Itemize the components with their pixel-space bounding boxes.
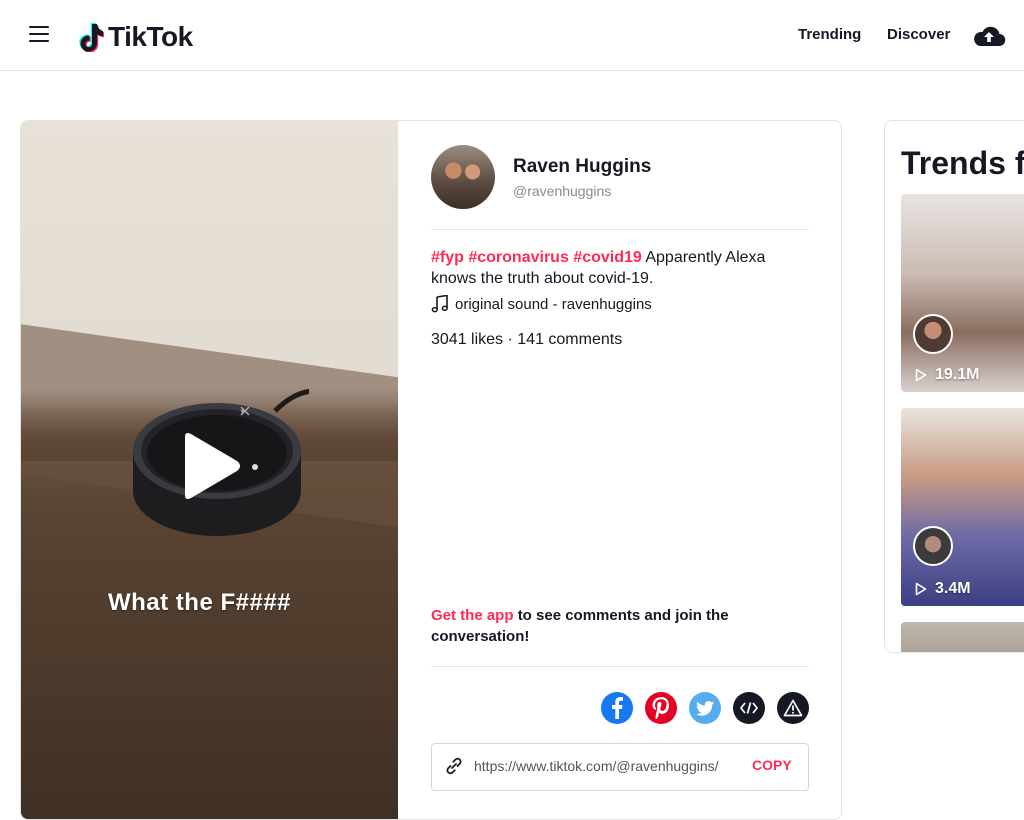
upload-cloud-icon[interactable] — [972, 22, 1006, 50]
top-header: TikTok Trending Discover — [0, 0, 1024, 71]
share-link-box: https://www.tiktok.com/@ravenhuggins/ CO… — [431, 743, 809, 791]
trend-creator-avatar[interactable] — [913, 526, 953, 566]
play-icon[interactable] — [179, 431, 243, 501]
get-app-link[interactable]: Get the app — [431, 607, 514, 624]
nav-trending-link[interactable]: Trending — [798, 26, 861, 43]
share-icons — [601, 692, 811, 724]
play-outline-icon — [915, 368, 927, 382]
trends-panel: Trends f 19.1M 3.4M — [884, 120, 1024, 653]
trend-views-count: 3.4M — [935, 580, 971, 597]
trends-title: Trends f — [901, 145, 1024, 181]
author-avatar[interactable] — [431, 145, 495, 209]
hashtag-covid19[interactable]: #covid19 — [573, 249, 641, 266]
video-caption: What the F#### — [107, 589, 292, 616]
tiktok-note-icon — [79, 22, 104, 52]
share-link-url[interactable]: https://www.tiktok.com/@ravenhuggins/ — [474, 758, 734, 774]
author-name[interactable]: Raven Huggins — [513, 156, 651, 178]
logo-text: TikTok — [108, 21, 193, 52]
play-outline-icon — [915, 582, 927, 596]
hamburger-menu-icon[interactable] — [29, 26, 49, 44]
hashtag-coronavirus[interactable]: #coronavirus — [468, 249, 568, 266]
embed-icon[interactable] — [733, 692, 765, 724]
author-handle[interactable]: @ravenhuggins — [513, 183, 611, 199]
music-info[interactable]: original sound - ravenhuggins — [431, 295, 809, 313]
facebook-icon[interactable] — [601, 692, 633, 724]
trend-views: 19.1M — [915, 366, 979, 384]
report-icon[interactable] — [777, 692, 809, 724]
share-divider — [431, 666, 809, 667]
info-divider — [431, 229, 809, 230]
link-icon — [446, 757, 462, 775]
trend-card[interactable]: 19.1M — [901, 194, 1024, 392]
trend-views: 3.4M — [915, 580, 971, 598]
trend-card[interactable] — [901, 622, 1024, 652]
copy-link-button[interactable]: COPY — [752, 757, 792, 773]
trend-views-count: 19.1M — [935, 366, 980, 383]
twitter-icon[interactable] — [689, 692, 721, 724]
video-description: #fyp #coronavirus #covid19 Apparently Al… — [431, 247, 809, 289]
hashtag-fyp[interactable]: #fyp — [431, 249, 464, 266]
get-app-prompt: Get the app to see comments and join the… — [431, 605, 809, 647]
video-player[interactable]: What the F#### — [21, 121, 398, 819]
video-card: What the F#### Raven Huggins @ravenhuggi… — [20, 120, 842, 820]
trend-card[interactable]: 3.4M — [901, 408, 1024, 606]
video-stats: 3041 likes · 141 comments — [431, 331, 623, 348]
music-label: original sound - ravenhuggins — [455, 295, 652, 313]
pinterest-icon[interactable] — [645, 692, 677, 724]
tiktok-logo[interactable]: TikTok — [78, 20, 193, 54]
trend-creator-avatar[interactable] — [913, 314, 953, 354]
nav-discover-link[interactable]: Discover — [887, 26, 950, 43]
music-note-icon — [431, 295, 448, 313]
